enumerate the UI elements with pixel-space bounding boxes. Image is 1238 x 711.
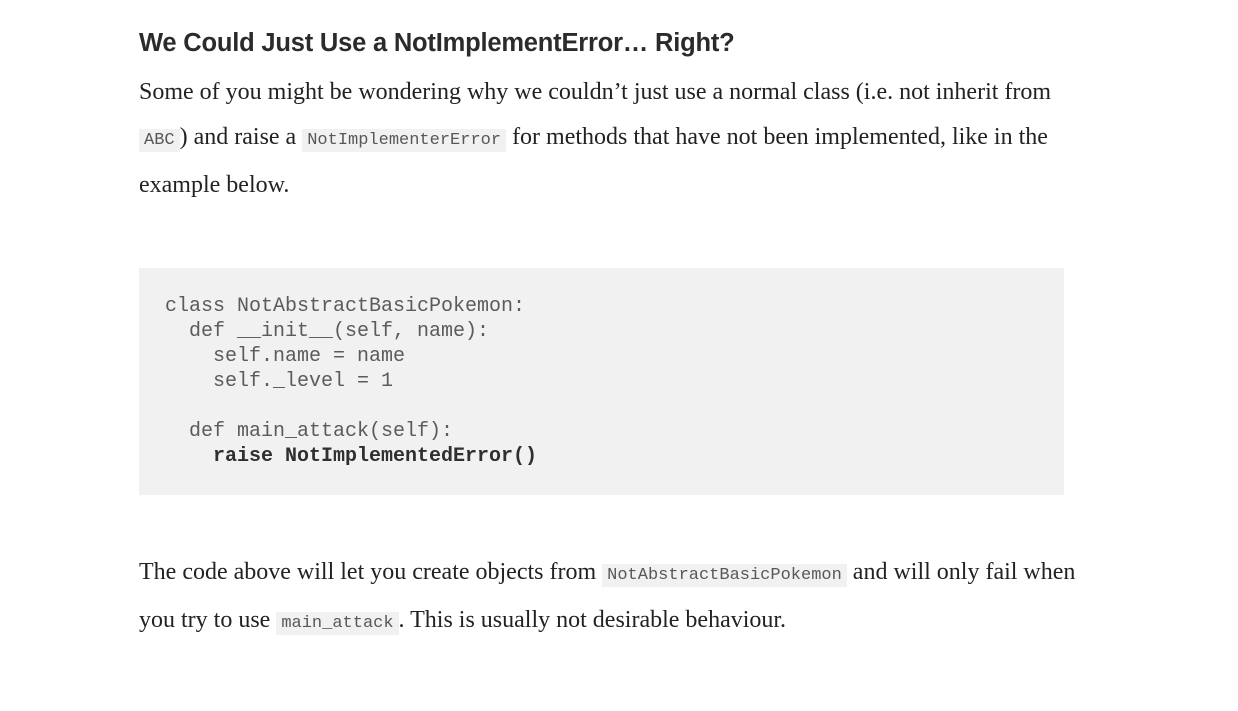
code-line: self.name = name [165, 345, 406, 368]
closing-text-part-3: . This is usually not desirable behaviou… [398, 607, 787, 633]
intro-text-part-2: ) and raise a [179, 123, 303, 150]
code-line: self._level = 1 [165, 370, 394, 393]
inline-code-notimplementererror: NotImplementerError [302, 128, 507, 152]
closing-text-part-1: The code above will let you create objec… [139, 559, 603, 585]
code-line: class NotAbstractBasicPokemon: [165, 295, 526, 318]
inline-code-main-attack: main_attack [276, 612, 399, 635]
code-line: def main_attack(self): [165, 420, 454, 443]
intro-text-part-1: Some of you might be wondering why we co… [139, 78, 1052, 105]
code-line: raise NotImplementedError() [165, 445, 538, 468]
code-block-content: class NotAbstractBasicPokemon: def __ini… [165, 294, 1064, 469]
article-content: We Could Just Use a NotImplementError… R… [139, 0, 1090, 635]
code-block: class NotAbstractBasicPokemon: def __ini… [139, 268, 1064, 495]
inline-code-notabstractbasicpokemon: NotAbstractBasicPokemon [602, 564, 847, 587]
closing-paragraph: The code above will let you create objec… [139, 550, 1090, 646]
page-title: We Could Just Use a NotImplementError… R… [139, 29, 735, 57]
inline-code-abc: ABC [139, 128, 180, 152]
code-line: def __init__(self, name): [165, 320, 490, 343]
closing-section: The code above will let you create objec… [139, 550, 1090, 646]
intro-paragraph: Some of you might be wondering why we co… [139, 59, 1090, 208]
